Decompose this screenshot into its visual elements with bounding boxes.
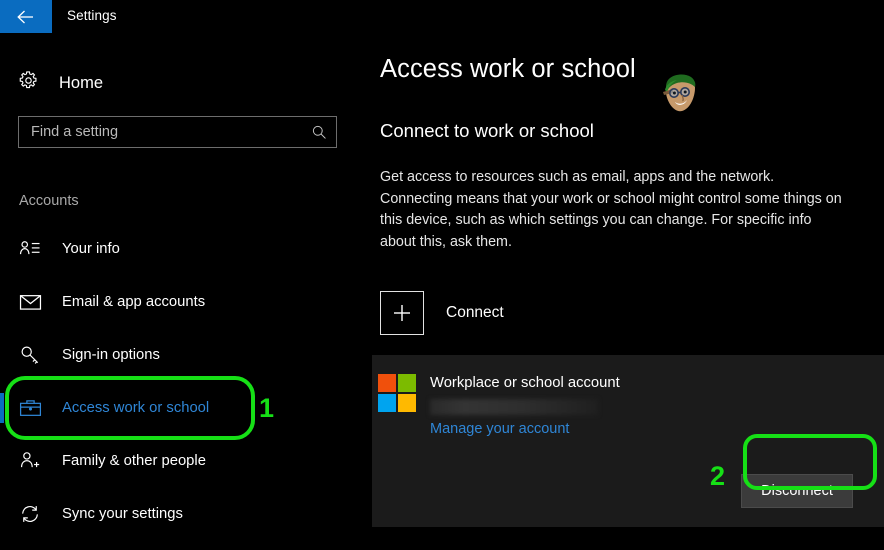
- disconnect-button[interactable]: Disconnect: [741, 474, 853, 508]
- connect-button-label: Connect: [446, 304, 504, 321]
- manage-your-account-link[interactable]: Manage your account: [430, 421, 569, 437]
- account-card: Workplace or school account Manage your …: [372, 355, 884, 527]
- disconnect-button-label: Disconnect: [761, 483, 833, 499]
- main-content: Access work or school Connect to work or…: [360, 33, 884, 550]
- section-description: Get access to resources such as email, a…: [380, 169, 842, 250]
- sidebar-item-home-label: Home: [59, 73, 104, 92]
- envelope-icon: [19, 293, 47, 311]
- sidebar-item-email-app-accounts-label: Email & app accounts: [62, 293, 206, 310]
- account-email-redacted: [430, 399, 598, 415]
- section-subheading: Connect to work or school: [380, 120, 594, 141]
- key-icon: [19, 344, 47, 366]
- title-bar: Settings: [0, 0, 884, 33]
- sidebar-item-your-info[interactable]: Your info: [0, 227, 360, 270]
- sidebar-item-family-other-people-label: Family & other people: [62, 452, 206, 469]
- sidebar-item-sign-in-options[interactable]: Sign-in options: [0, 333, 360, 376]
- back-arrow-icon: [16, 9, 36, 25]
- window-title: Settings: [67, 8, 117, 23]
- page-title: Access work or school: [380, 55, 636, 83]
- search-icon[interactable]: [302, 124, 336, 141]
- sidebar-item-access-work-or-school-label: Access work or school: [62, 399, 210, 416]
- person-add-icon: [19, 450, 47, 471]
- plus-icon: [380, 291, 424, 335]
- sidebar-item-sync-your-settings[interactable]: Sync your settings: [0, 492, 360, 535]
- sidebar-item-access-work-or-school[interactable]: Access work or school: [0, 386, 360, 429]
- sidebar-item-sync-your-settings-label: Sync your settings: [62, 505, 183, 522]
- sidebar-section-title: Accounts: [19, 193, 79, 209]
- sidebar-item-home[interactable]: Home: [18, 68, 103, 98]
- person-details-icon: [19, 239, 47, 259]
- cartoon-avatar-watermark: [653, 69, 701, 117]
- back-button[interactable]: [0, 0, 52, 33]
- settings-window: Settings Home Ac: [0, 0, 884, 550]
- sidebar-item-family-other-people[interactable]: Family & other people: [0, 439, 360, 482]
- search-input[interactable]: [19, 124, 302, 140]
- search-box[interactable]: [18, 116, 337, 148]
- sidebar-item-sign-in-options-label: Sign-in options: [62, 346, 160, 363]
- account-name: Workplace or school account: [430, 375, 620, 391]
- microsoft-logo-icon: [378, 374, 416, 412]
- sidebar-item-email-app-accounts[interactable]: Email & app accounts: [0, 280, 360, 323]
- briefcase-icon: [19, 398, 47, 418]
- sync-arrows-icon: [19, 503, 47, 525]
- sidebar-item-your-info-label: Your info: [62, 240, 120, 257]
- selection-accent-bar: [0, 393, 4, 423]
- gear-icon: [18, 70, 39, 96]
- sidebar: Home Accounts: [0, 33, 360, 550]
- connect-button[interactable]: Connect: [380, 291, 504, 335]
